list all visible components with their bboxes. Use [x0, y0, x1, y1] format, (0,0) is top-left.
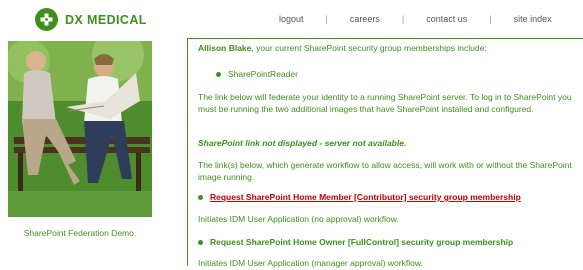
request-item: Request SharePoint Home Member [Contribu… — [198, 192, 521, 204]
medical-cross-icon — [35, 8, 58, 31]
top-nav: logout | careers | contact us | site ind… — [279, 14, 552, 24]
nav-divider: | — [325, 14, 328, 24]
brand-name: DX MEDICAL — [65, 12, 147, 27]
content-panel: Allison Blake, your current SharePoint s… — [187, 38, 583, 268]
user-name: Allison Blake — [198, 43, 252, 53]
couple-on-bench-photo — [8, 41, 152, 217]
group-list-item: SharePointReader — [216, 69, 298, 81]
bullet-icon — [198, 240, 203, 246]
intro-text: Allison Blake, your current SharePoint s… — [198, 43, 578, 55]
brand-logo[interactable]: DX MEDICAL — [35, 8, 147, 31]
intro-suffix: , your current SharePoint security group… — [251, 43, 487, 53]
request-owner-link[interactable]: Request SharePoint Home Owner [FullContr… — [210, 237, 513, 249]
nav-site-index[interactable]: site index — [514, 14, 552, 24]
server-status-text: SharePoint link not displayed - server n… — [198, 138, 407, 148]
federate-text: The link below will federate your identi… — [198, 92, 572, 114]
nav-contact-us[interactable]: contact us — [426, 14, 467, 24]
request-item: Request SharePoint Home Owner [FullContr… — [198, 237, 513, 249]
nav-divider: | — [401, 14, 405, 24]
workflow-intro-text: The link(s) below, which generate workfl… — [198, 160, 572, 182]
nav-careers[interactable]: careers — [350, 14, 380, 24]
bullet-icon — [216, 72, 221, 78]
request-note: Initiates IDM User Application (no appro… — [198, 214, 399, 224]
group-name: SharePointReader — [228, 69, 298, 79]
bullet-icon — [198, 195, 203, 201]
nav-logout[interactable]: logout — [279, 14, 304, 24]
request-note: Initiates IDM User Application (manager … — [198, 258, 423, 268]
photo-caption: SharePoint Federation Demo. — [23, 228, 137, 238]
request-member-link[interactable]: Request SharePoint Home Member [Contribu… — [210, 192, 521, 204]
nav-divider: | — [489, 14, 492, 24]
